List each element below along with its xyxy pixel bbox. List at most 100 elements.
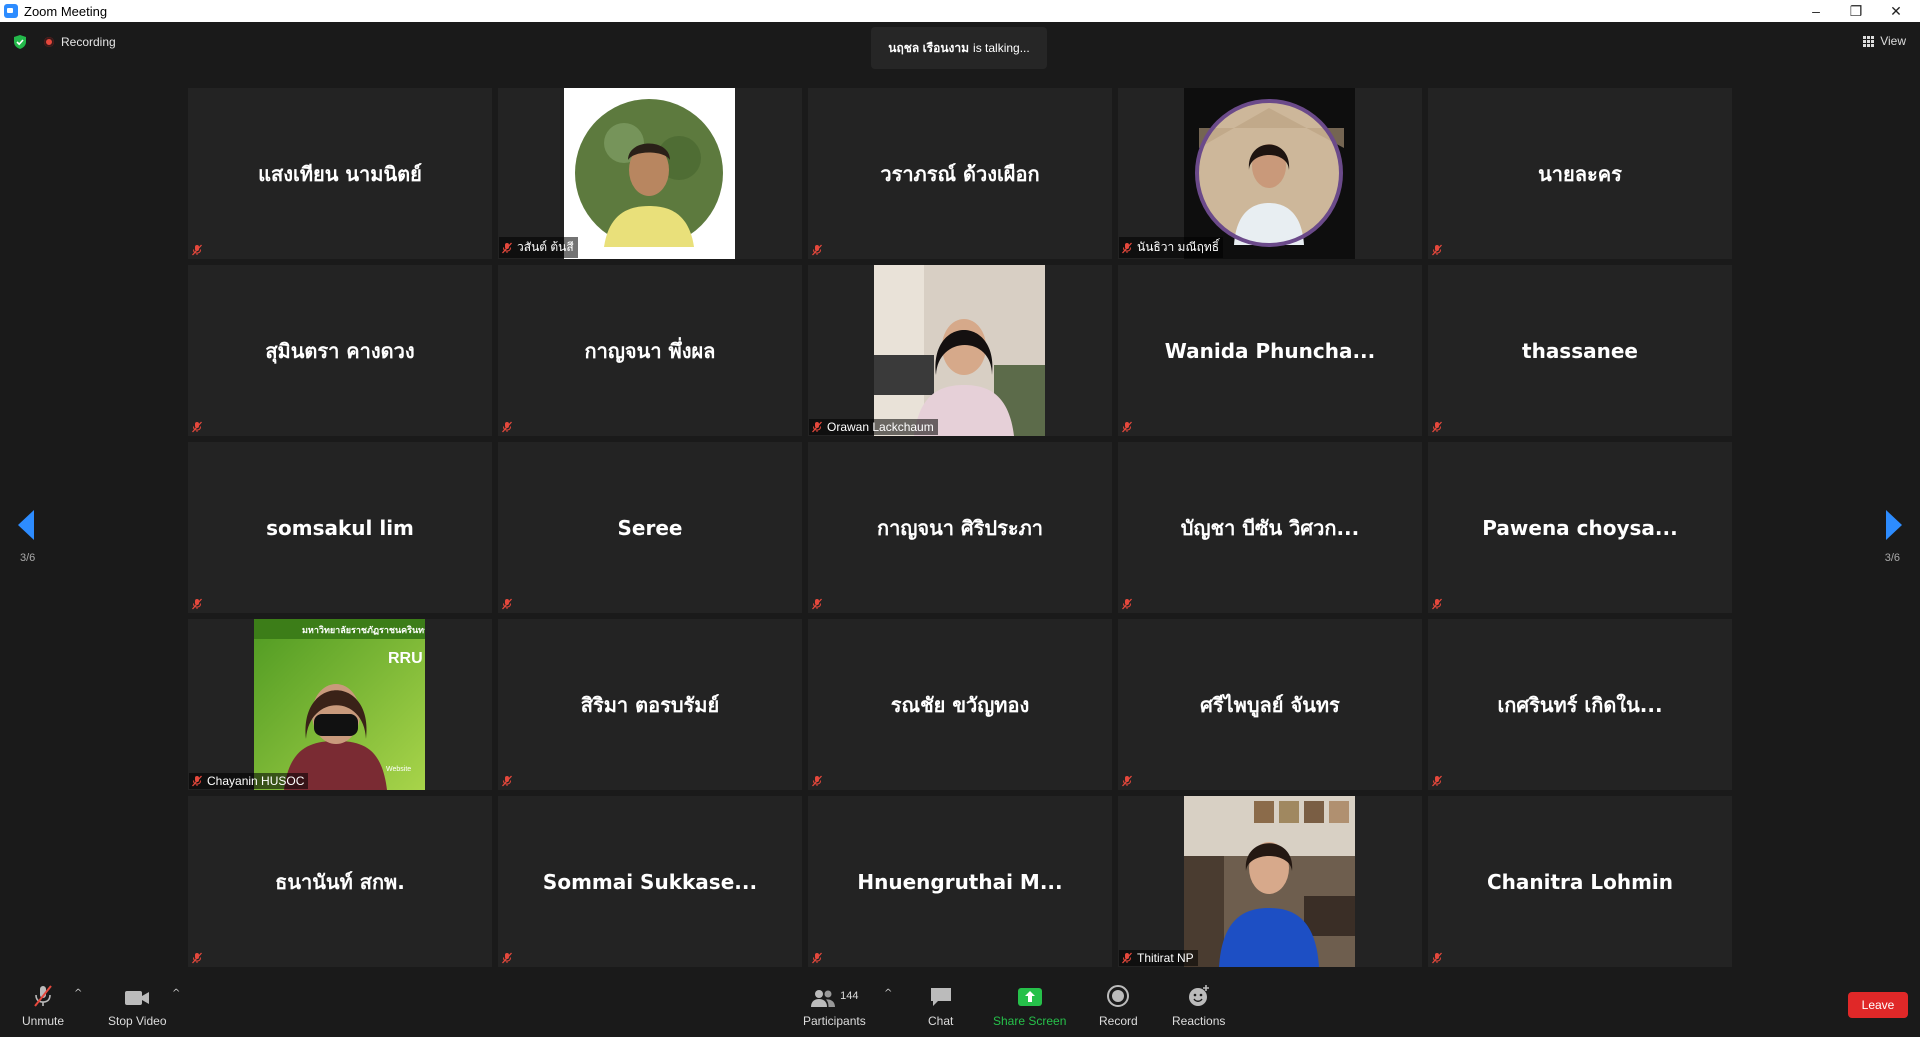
video-options-chevron-up-icon[interactable]: ^ (172, 988, 180, 999)
participant-tile[interactable]: thassanee (1428, 265, 1732, 436)
participants-button[interactable]: 144 Participants (803, 984, 866, 1028)
participant-photo (564, 88, 735, 259)
leave-button[interactable]: Leave (1848, 992, 1908, 1018)
participant-name: วราภรณ์ ด้วงเผือก (880, 161, 1040, 186)
muted-mic-icon (1431, 598, 1443, 610)
talking-name: นฤชล เรือนงาม (888, 40, 970, 55)
participant-tile[interactable]: ธนานันท์ สกพ. (188, 796, 492, 967)
muted-mic-icon (191, 775, 203, 787)
participant-tile[interactable]: แสงเทียน นามนิตย์ (188, 88, 492, 259)
participant-tile[interactable]: กาญจนา ศิริประภา (808, 442, 1112, 613)
muted-mic-icon (811, 775, 823, 787)
participant-name: สิริมา ตอรบรัมย์ (580, 692, 720, 717)
participant-label-text: Chayanin HUSOC (207, 774, 305, 788)
muted-mic-icon (191, 421, 203, 433)
participant-name: thassanee (1522, 338, 1638, 363)
participant-name: Wanida Phuncha... (1164, 338, 1376, 363)
minimize-icon[interactable]: – (1796, 0, 1836, 22)
participant-label-text: นันธิวา มณีฤทธิ์ (1137, 240, 1220, 254)
reactions-button[interactable]: Reactions (1172, 984, 1225, 1028)
banner-website-text: Website (386, 766, 411, 773)
participant-tile[interactable]: นายละคร (1428, 88, 1732, 259)
view-button[interactable]: View (1863, 34, 1906, 48)
participant-name: ธนานันท์ สกพ. (275, 869, 405, 894)
share-screen-label: Share Screen (993, 1014, 1067, 1028)
muted-mic-icon (1121, 421, 1133, 433)
record-label: Record (1099, 1014, 1138, 1028)
muted-mic-icon (811, 598, 823, 610)
participant-label: Chayanin HUSOC (189, 773, 309, 789)
participant-tile[interactable]: Seree (498, 442, 802, 613)
muted-microphone-icon (34, 985, 52, 1007)
zoom-app-icon (4, 4, 18, 18)
share-screen-icon (1017, 988, 1042, 1006)
participant-tile[interactable]: กาญจนา พึ่งผล (498, 265, 802, 436)
participant-tile[interactable]: Wanida Phuncha... (1118, 265, 1422, 436)
audio-options-chevron-up-icon[interactable]: ^ (74, 988, 82, 999)
participant-video (874, 265, 1045, 436)
participant-name: Pawena choysa... (1482, 515, 1678, 540)
participant-video (1184, 88, 1355, 259)
banner-university-text: มหาวิทยาลัยราชภัฏราชนครินทร์ (302, 624, 425, 636)
participant-tile[interactable]: วสันต์ ต้นสี (498, 88, 802, 259)
participant-tile[interactable]: สุมินตรา คางดวง (188, 265, 492, 436)
next-page-arrow-icon[interactable] (1886, 510, 1902, 540)
view-label: View (1880, 34, 1906, 48)
recording-label: Recording (61, 35, 116, 49)
participant-tile[interactable]: สิริมา ตอรบรัมย์ (498, 619, 802, 790)
share-screen-button[interactable]: Share Screen (993, 984, 1066, 1028)
participant-tile[interactable]: รณชัย ขวัญทอง (808, 619, 1112, 790)
participant-video: มหาวิทยาลัยราชภัฏราชนครินทร์ RRU Website (254, 619, 425, 790)
participant-name: บัญชา บีซัน วิศวก... (1180, 515, 1360, 540)
participant-tile[interactable]: Sommai Sukkase... (498, 796, 802, 967)
participant-name: Sommai Sukkase... (542, 869, 758, 894)
participant-tile[interactable]: มหาวิทยาลัยราชภัฏราชนครินทร์ RRU Website… (188, 619, 492, 790)
participant-tile[interactable]: Orawan Lackchaum (808, 265, 1112, 436)
active-speaker-banner: นฤชล เรือนงาม is talking... (871, 27, 1047, 69)
muted-mic-icon (811, 952, 823, 964)
muted-mic-icon (191, 598, 203, 610)
participant-photo (1184, 796, 1355, 967)
participant-tile[interactable]: นันธิวา มณีฤทธิ์ (1118, 88, 1422, 259)
video-camera-icon (125, 991, 150, 1005)
participant-name: นายละคร (1538, 161, 1622, 186)
participant-name: รณชัย ขวัญทอง (890, 692, 1030, 717)
record-button[interactable]: Record (1099, 984, 1138, 1028)
previous-page-arrow-icon[interactable] (18, 510, 34, 540)
participants-options-chevron-up-icon[interactable]: ^ (884, 988, 892, 999)
participants-label: Participants (803, 1014, 866, 1028)
muted-mic-icon (1121, 598, 1133, 610)
participant-name: เกศรินทร์ เกิดใน... (1497, 692, 1663, 717)
unmute-button[interactable]: Unmute (22, 984, 64, 1028)
participant-tile[interactable]: ศรีไพบูลย์ จันทร (1118, 619, 1422, 790)
participant-label-text: วสันต์ ต้นสี (517, 240, 574, 254)
participant-label: Orawan Lackchaum (809, 419, 938, 435)
grid-view-icon (1863, 35, 1875, 47)
participant-tile[interactable]: บัญชา บีซัน วิศวก... (1118, 442, 1422, 613)
participant-tile[interactable]: เกศรินทร์ เกิดใน... (1428, 619, 1732, 790)
gallery-view: แสงเทียน นามนิตย์ วสันต์ ต้นสี วราภรณ์ ด… (188, 88, 1732, 968)
security-shield-icon[interactable] (12, 34, 28, 50)
chat-button[interactable]: Chat (928, 984, 953, 1028)
participant-tile[interactable]: Thitirat NP (1118, 796, 1422, 967)
participant-tile[interactable]: วราภรณ์ ด้วงเผือก (808, 88, 1112, 259)
participant-tile[interactable]: Pawena choysa... (1428, 442, 1732, 613)
close-icon[interactable]: ✕ (1876, 0, 1916, 22)
reactions-smiley-icon (1188, 985, 1209, 1006)
participant-label: Thitirat NP (1119, 950, 1198, 966)
stop-video-label: Stop Video (108, 1014, 167, 1028)
muted-mic-icon (1431, 952, 1443, 964)
participant-tile[interactable]: somsakul lim (188, 442, 492, 613)
muted-mic-icon (501, 775, 513, 787)
recording-indicator[interactable]: Recording (44, 35, 116, 49)
muted-mic-icon (191, 244, 203, 256)
participant-tile[interactable]: Chanitra Lohmin (1428, 796, 1732, 967)
stop-video-button[interactable]: Stop Video (108, 984, 167, 1028)
record-icon (1107, 985, 1130, 1007)
muted-mic-icon (1431, 421, 1443, 433)
participant-photo: มหาวิทยาลัยราชภัฏราชนครินทร์ RRU Website (254, 619, 425, 790)
participants-count: 144 (840, 990, 859, 1002)
participant-tile[interactable]: Hnuengruthai M... (808, 796, 1112, 967)
restore-icon[interactable]: ❐ (1836, 0, 1876, 22)
participant-label: วสันต์ ต้นสี (499, 237, 578, 258)
